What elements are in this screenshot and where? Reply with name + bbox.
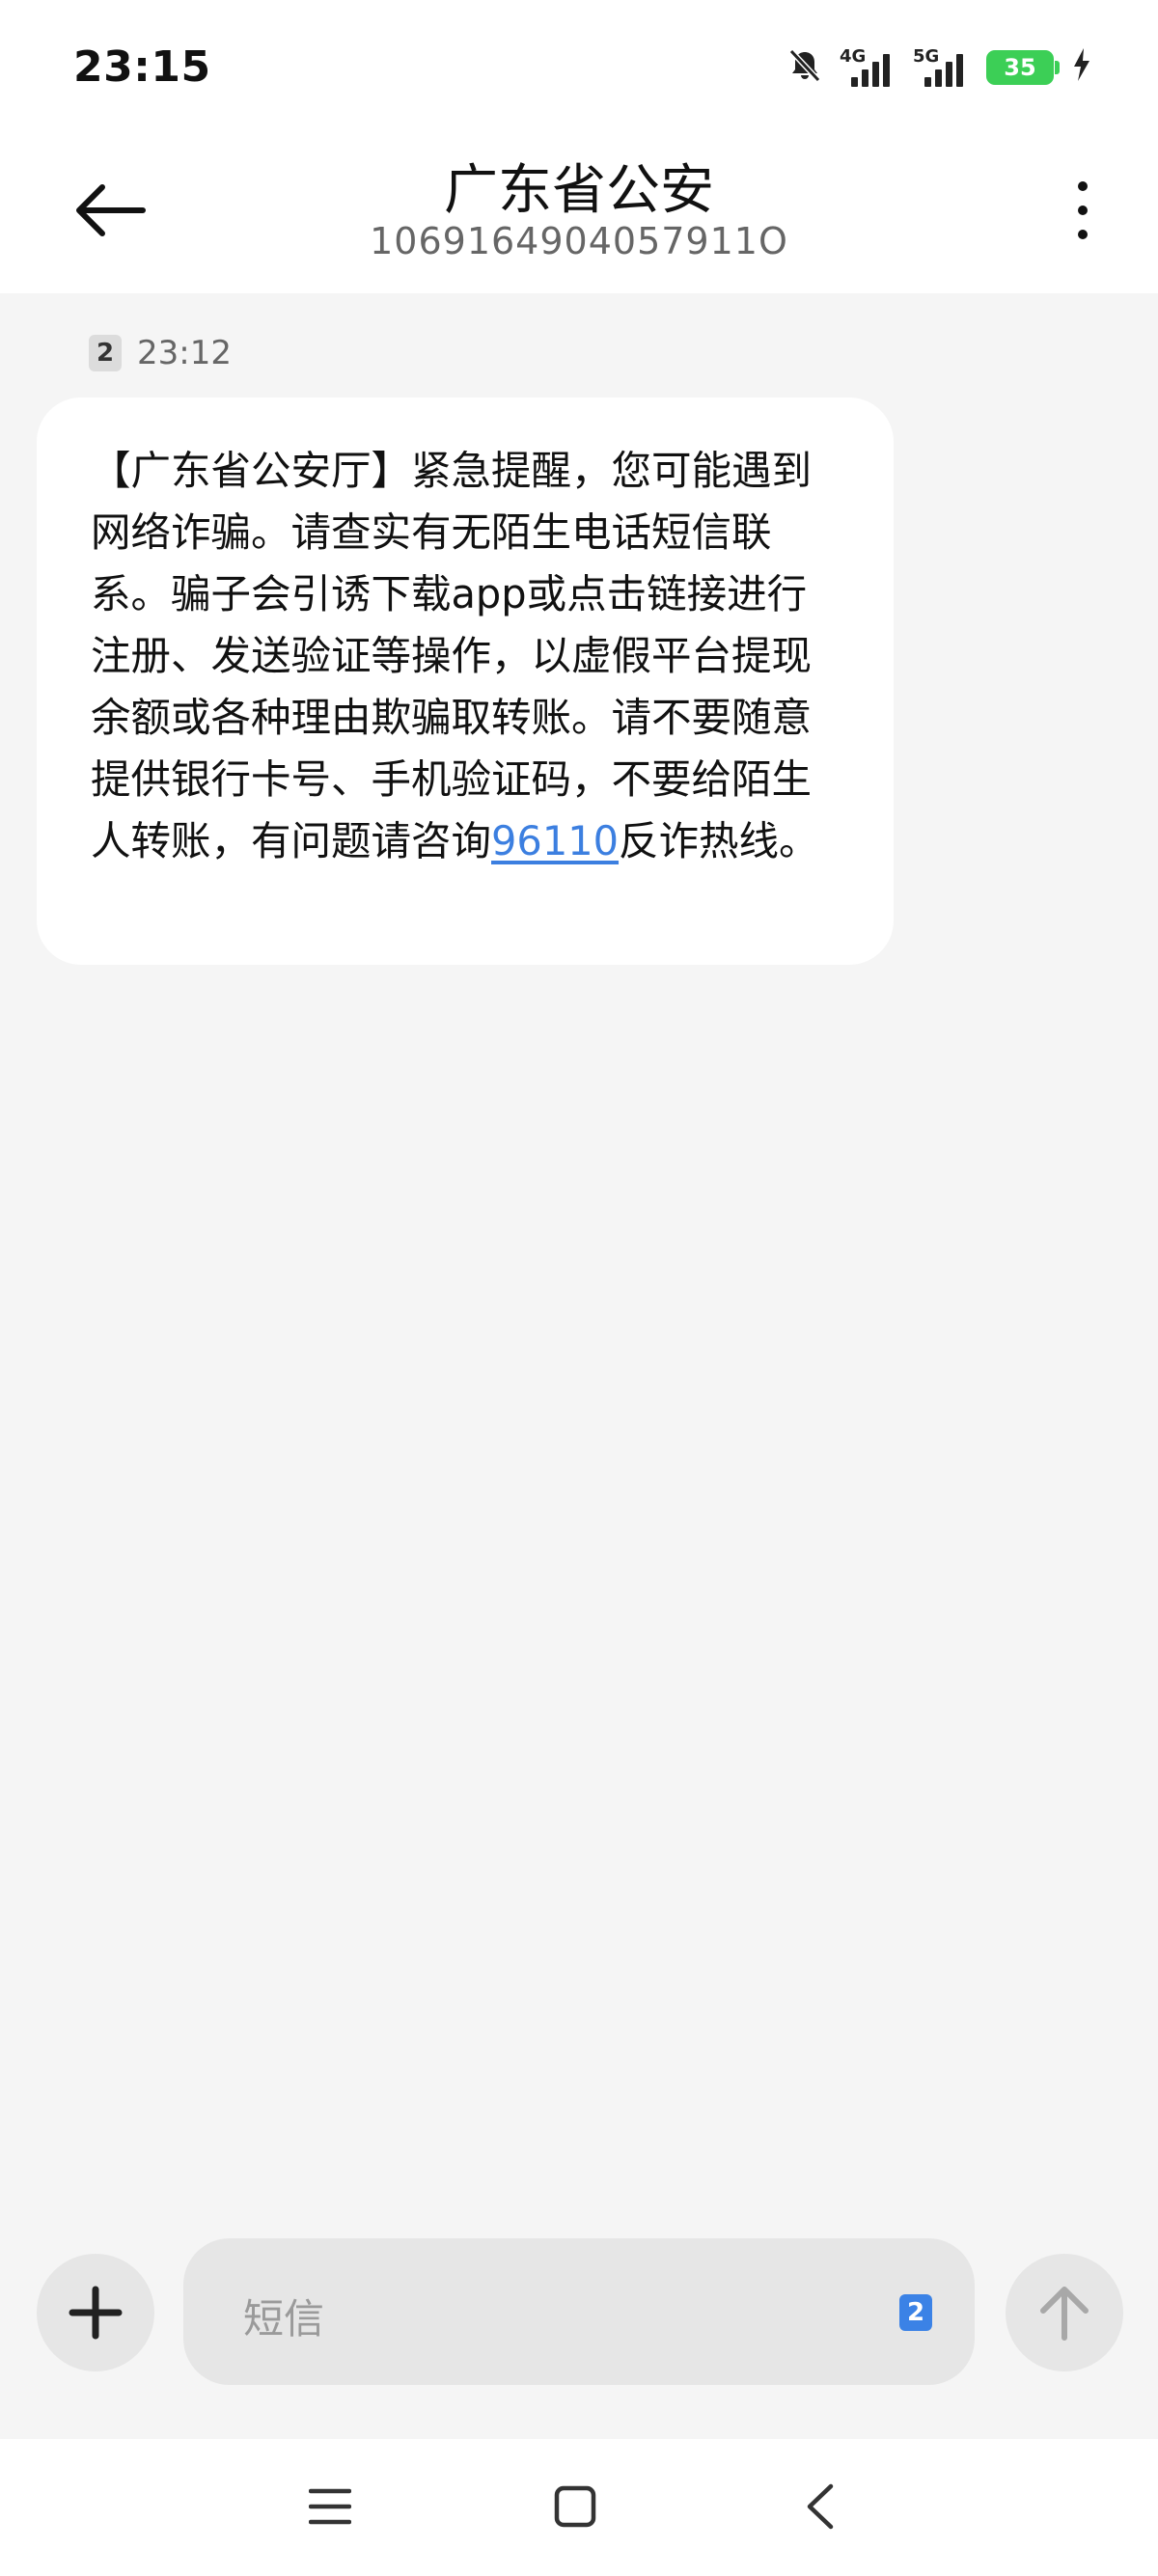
signal-icon-5g: 5G (913, 44, 971, 91)
menu-icon (309, 2488, 351, 2525)
arrow-up-icon (1040, 2287, 1089, 2341)
message-input[interactable]: 短信 2 (183, 2238, 975, 2385)
message-time: 23:12 (137, 334, 232, 372)
battery-icon: 35 (986, 50, 1060, 85)
message-bubble[interactable]: 【广东省公安厅】紧急提醒，您可能遇到网络诈骗。请查实有无陌生电话短信联系。骗子会… (37, 397, 894, 965)
system-navigation-bar (0, 2439, 1158, 2576)
chevron-left-icon (807, 2483, 834, 2530)
more-dot-icon (1078, 206, 1088, 215)
contact-number: 1069164904057911O (370, 220, 788, 262)
message-text-tail: 反诈热线。 (619, 817, 819, 864)
plus-icon (69, 2286, 123, 2340)
send-button[interactable] (1006, 2254, 1123, 2371)
charging-icon (1073, 47, 1090, 88)
more-dot-icon (1078, 230, 1088, 239)
attach-button[interactable] (37, 2254, 154, 2371)
signal-icon-4g: 4G (840, 44, 897, 91)
sim-select-button[interactable]: 2 (899, 2294, 932, 2331)
top-area: 23:15 4G 5G 35 广东省公安 1069164904057911O (0, 0, 1158, 293)
nav-menu-button[interactable] (291, 2468, 369, 2545)
hotline-link[interactable]: 96110 (491, 817, 619, 864)
home-square-icon (554, 2485, 596, 2528)
message-input-placeholder: 短信 (243, 2295, 325, 2343)
more-dot-icon (1078, 181, 1088, 191)
message-text: 【广东省公安厅】紧急提醒，您可能遇到网络诈骗。请查实有无陌生电话短信联系。骗子会… (91, 440, 843, 872)
status-time: 23:15 (73, 42, 211, 92)
sms-conversation-screen: 23:15 4G 5G 35 广东省公安 1069164904057911O 2… (0, 0, 1158, 2576)
nav-back-button[interactable] (782, 2468, 859, 2545)
sim-badge: 2 (89, 335, 122, 371)
contact-name: 广东省公安 (444, 159, 714, 222)
message-meta: 2 23:12 (89, 334, 232, 372)
bell-off-icon (786, 46, 824, 89)
message-text-body: 【广东省公安厅】紧急提醒，您可能遇到网络诈骗。请查实有无陌生电话短信联系。骗子会… (91, 447, 813, 864)
nav-home-button[interactable] (537, 2468, 614, 2545)
more-options-button[interactable] (1065, 176, 1100, 245)
battery-level: 35 (1004, 54, 1036, 81)
status-icons: 4G 5G 35 (786, 41, 1090, 95)
